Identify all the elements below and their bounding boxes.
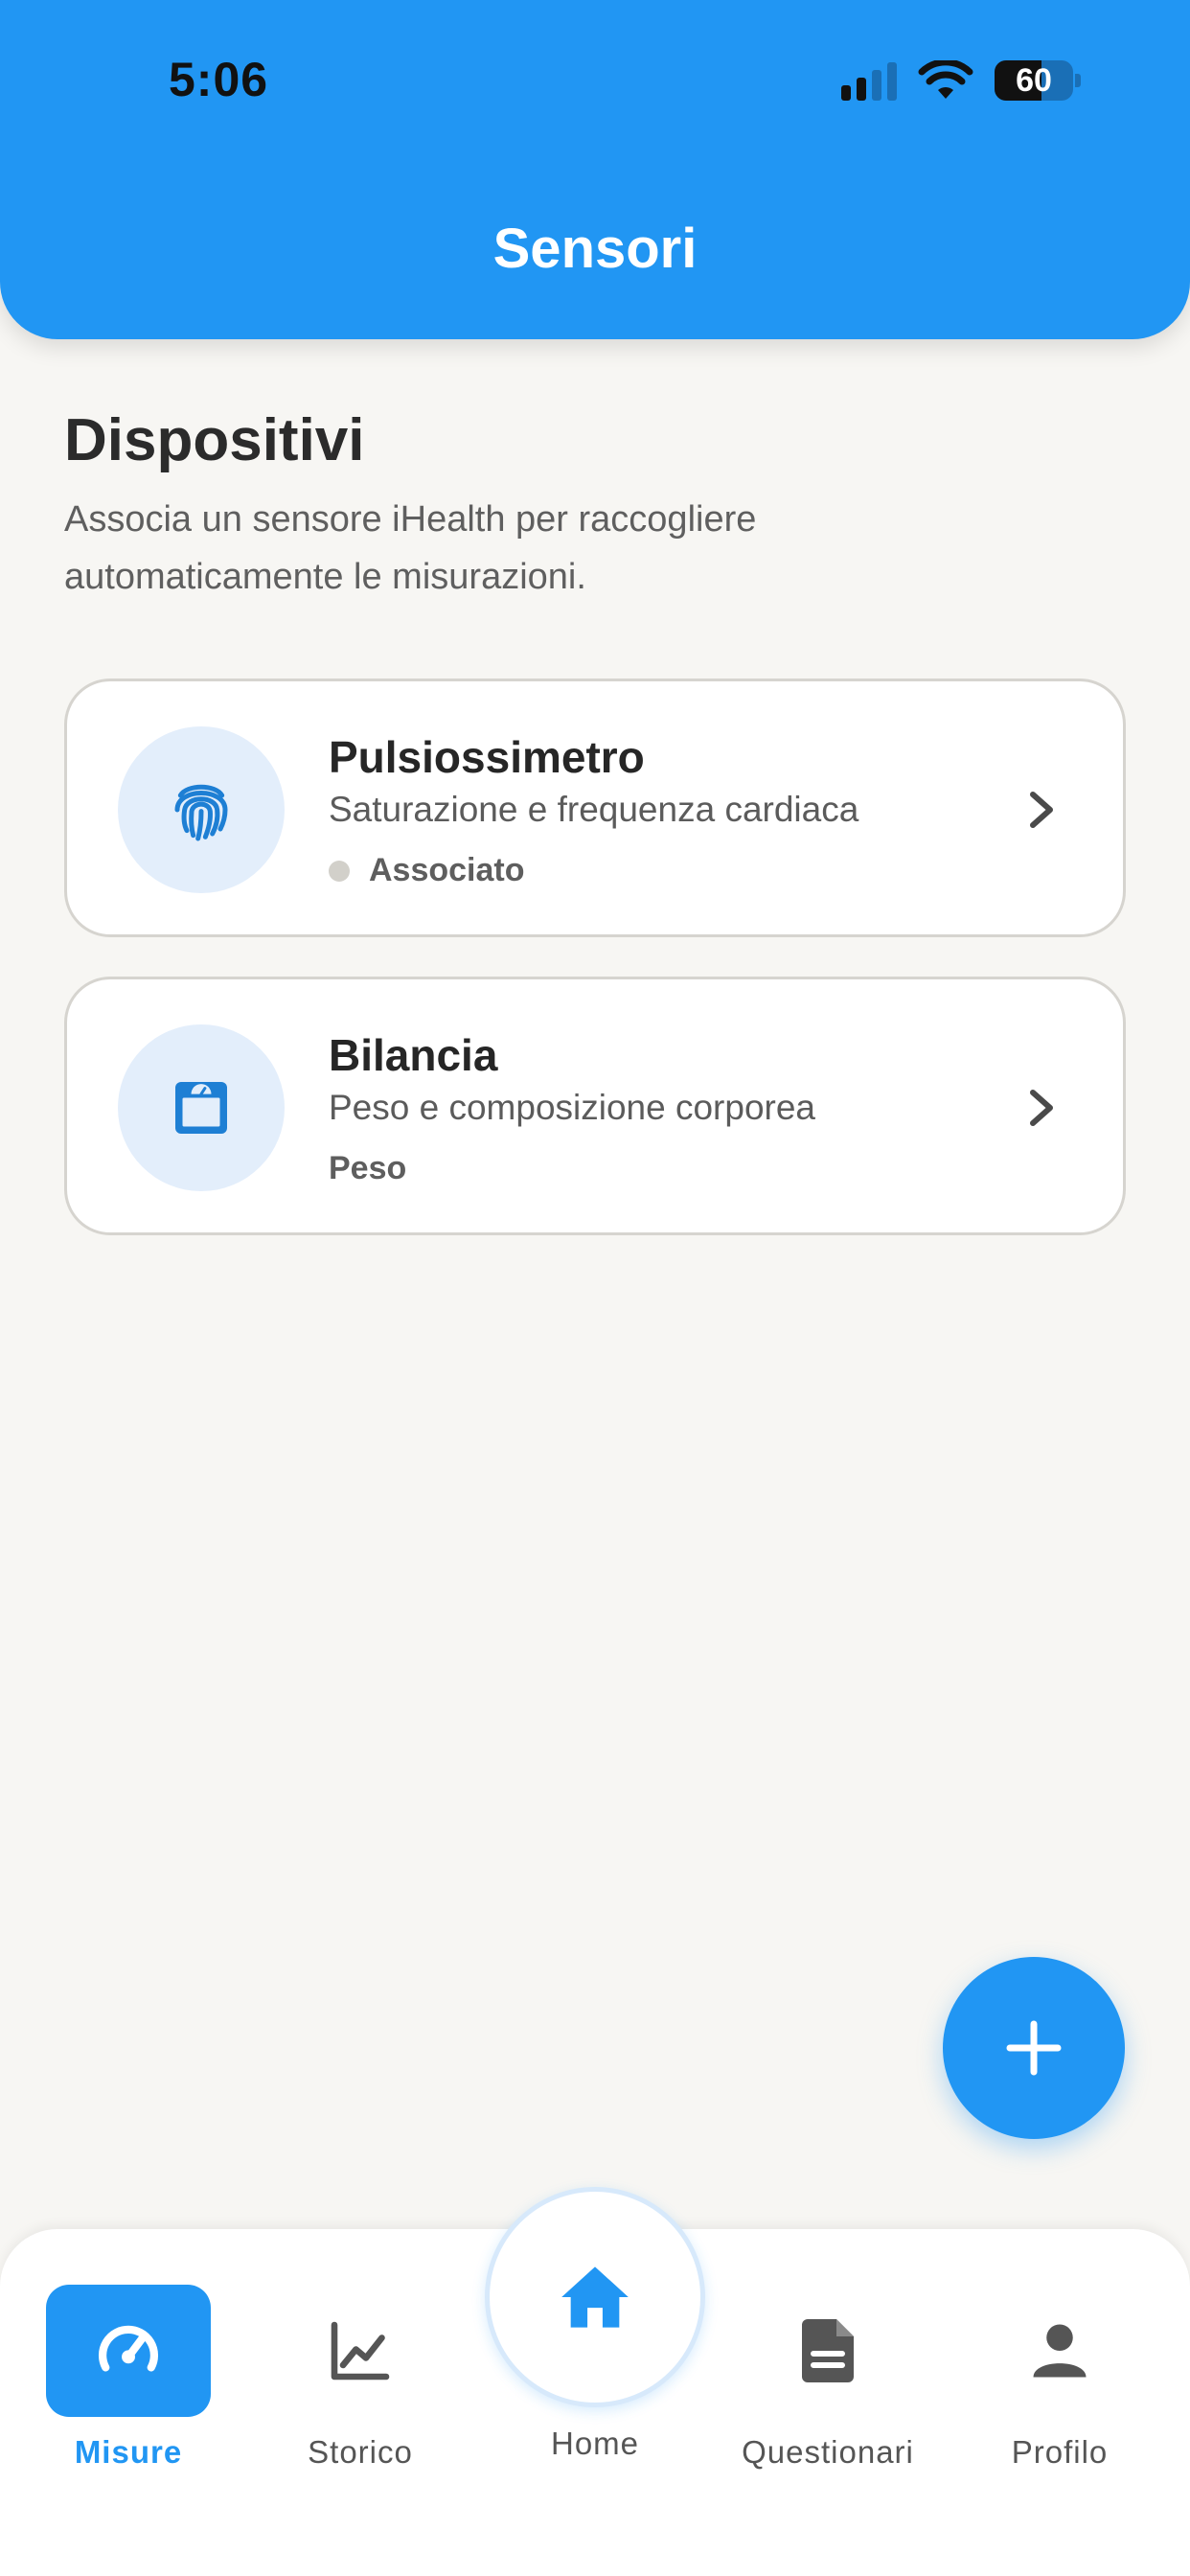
nav-item-storico[interactable]: Storico <box>255 2285 466 2471</box>
nav-label-home: Home <box>550 2426 640 2461</box>
device-card-bilancia[interactable]: Bilancia Peso e composizione corporea Pe… <box>64 977 1126 1235</box>
battery-level: 60 <box>1016 62 1052 99</box>
person-icon <box>1033 2324 1087 2378</box>
nav-icon-wrap <box>46 2285 211 2417</box>
document-icon <box>802 2319 854 2382</box>
device-status: Peso <box>329 1150 406 1187</box>
device-name: Bilancia <box>329 1030 498 1080</box>
page-title: Sensori <box>492 218 698 280</box>
device-icon-circle <box>118 726 285 893</box>
nav-icon-wrap <box>255 2285 466 2417</box>
device-icon-circle <box>118 1024 285 1191</box>
add-device-button[interactable] <box>943 1957 1125 2139</box>
nav-label: Storico <box>308 2434 413 2470</box>
fingerprint-icon <box>174 784 228 841</box>
nav-icon-wrap <box>954 2285 1165 2417</box>
nav-label: Profilo <box>1011 2434 1109 2470</box>
chevron-right-icon <box>1030 792 1053 828</box>
cellular-signal-icon <box>841 60 897 101</box>
nav-label: Questionari <box>742 2434 914 2470</box>
device-name: Pulsiossimetro <box>329 732 645 782</box>
device-status: Associato <box>329 852 525 889</box>
nav-item-questionari[interactable]: Questionari <box>722 2285 933 2471</box>
device-description: Peso e composizione corporea <box>329 1088 816 1127</box>
battery-icon: 60 <box>995 60 1073 101</box>
status-icons: 60 <box>841 58 1081 104</box>
section-title: Dispositivi <box>64 407 365 473</box>
nav-item-misure[interactable]: Misure <box>23 2285 234 2471</box>
status-time: 5:06 <box>169 53 269 106</box>
device-status-label: Associato <box>369 852 525 888</box>
plus-icon <box>1006 2020 1062 2076</box>
nav-label: Misure <box>74 2434 183 2470</box>
wifi-icon <box>918 60 973 99</box>
status-dot <box>329 860 350 882</box>
chart-line-icon <box>331 2321 390 2380</box>
nav-icon-wrap <box>722 2285 933 2417</box>
nav-item-home[interactable] <box>485 2187 705 2407</box>
section-subtitle: Associa un sensore iHealth per raccoglie… <box>64 499 757 597</box>
home-icon <box>561 2266 629 2328</box>
speedometer-icon <box>98 2325 159 2372</box>
chevron-right-icon <box>1030 1090 1053 1126</box>
device-status-label: Peso <box>329 1150 407 1186</box>
scale-icon <box>175 1082 227 1134</box>
device-description: Saturazione e frequenza cardiaca <box>329 790 859 829</box>
nav-item-profilo[interactable]: Profilo <box>954 2285 1165 2471</box>
app-header: 5:06 60 Sensori <box>0 0 1190 339</box>
device-card-pulsiossimetro[interactable]: Pulsiossimetro Saturazione e frequenza c… <box>64 678 1126 937</box>
